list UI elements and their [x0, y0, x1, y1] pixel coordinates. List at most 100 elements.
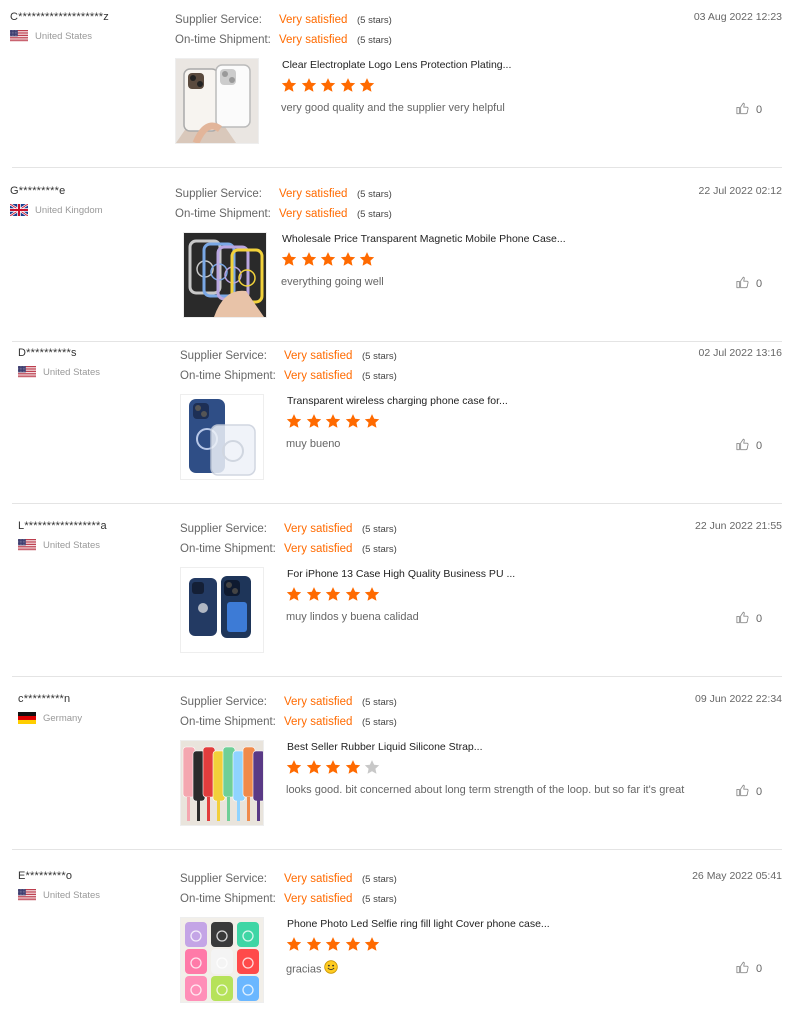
product-title-link[interactable]: Transparent wireless charging phone case…: [287, 395, 508, 407]
review-date: 03 Aug 2022 12:23: [693, 11, 782, 23]
review-divider: [12, 676, 782, 677]
star-filled-icon: [364, 936, 384, 957]
reviewer-name: c*********n: [18, 693, 71, 705]
ontime-shipment-stars: (5 stars): [362, 543, 397, 555]
product-rating-stars: [286, 413, 384, 434]
product-thumbnail[interactable]: [175, 58, 259, 144]
supplier-service-label: Supplier Service:: [180, 350, 267, 362]
country-name: United States: [43, 539, 101, 551]
review-comment: everything going well: [281, 275, 691, 290]
us-flag-icon: [10, 30, 28, 42]
ontime-shipment-label: On-time Shipment:: [180, 716, 276, 728]
review-date: 22 Jul 2022 02:12: [698, 185, 783, 197]
supplier-ratings: Supplier Service: Very satisfied (5 stars)…: [180, 869, 397, 909]
ontime-shipment-rating: On-time Shipment: Very satisfied (5 stars): [175, 30, 392, 50]
product-thumbnail[interactable]: [180, 740, 264, 826]
thumbs-up-icon: [735, 275, 756, 292]
product-title-link[interactable]: Clear Electroplate Logo Lens Protection …: [282, 59, 511, 71]
star-filled-icon: [325, 759, 345, 780]
helpful-like-button[interactable]: 0: [735, 101, 762, 118]
review-comment-text: muy lindos y buena calidad: [286, 611, 419, 623]
review-item: E*********o United States Supplier Service…: [0, 859, 800, 1031]
star-filled-icon: [286, 586, 306, 607]
de-flag-icon: [18, 712, 36, 724]
review-item: D**********s United States Supplier Servic…: [0, 336, 800, 508]
supplier-service-label: Supplier Service:: [175, 188, 262, 200]
like-count: 0: [756, 612, 763, 625]
star-filled-icon: [325, 413, 345, 434]
product-rating-stars: [286, 586, 384, 607]
reviewer-country: United States: [18, 889, 100, 901]
ontime-shipment-value: Very satisfied: [284, 716, 353, 728]
reviewer-name: E*********o: [18, 870, 73, 882]
supplier-ratings: Supplier Service: Very satisfied (5 stars)…: [180, 692, 397, 732]
helpful-like-button[interactable]: 0: [735, 960, 762, 977]
thumbs-up-icon: [735, 101, 756, 118]
thumbs-up-icon: [735, 610, 756, 627]
thumbs-up-icon: [735, 960, 756, 977]
star-filled-icon: [306, 413, 326, 434]
product-title-link[interactable]: For iPhone 13 Case High Quality Business…: [287, 568, 515, 580]
star-filled-icon: [281, 251, 301, 272]
ontime-shipment-rating: On-time Shipment: Very satisfied (5 stars): [180, 539, 397, 559]
ontime-shipment-value: Very satisfied: [284, 893, 353, 905]
uk-flag-icon: [9, 203, 29, 217]
ontime-shipment-stars: (5 stars): [357, 208, 392, 220]
supplier-ratings: Supplier Service: Very satisfied (5 stars)…: [180, 346, 397, 386]
product-title-link[interactable]: Phone Photo Led Selfie ring fill light C…: [287, 918, 550, 930]
supplier-service-value: Very satisfied: [279, 14, 348, 26]
helpful-like-button[interactable]: 0: [735, 437, 762, 454]
helpful-like-button[interactable]: 0: [735, 275, 762, 292]
star-filled-icon: [281, 77, 301, 98]
supplier-service-label: Supplier Service:: [180, 696, 267, 708]
supplier-service-stars: (5 stars): [357, 14, 392, 26]
helpful-like-button[interactable]: 0: [735, 610, 762, 627]
reviewer-name: D**********s: [18, 347, 77, 359]
star-filled-icon: [286, 413, 306, 434]
review-comment: muy bueno: [286, 437, 696, 452]
supplier-service-value: Very satisfied: [284, 696, 353, 708]
supplier-ratings: Supplier Service: Very satisfied (5 stars)…: [175, 184, 392, 224]
review-date: 02 Jul 2022 13:16: [698, 347, 783, 359]
star-empty-icon: [364, 759, 384, 780]
product-thumbnail[interactable]: [180, 394, 264, 480]
review-date: 09 Jun 2022 22:34: [695, 693, 782, 705]
supplier-service-stars: (5 stars): [362, 873, 397, 885]
star-filled-icon: [359, 251, 379, 272]
star-filled-icon: [286, 936, 306, 957]
product-thumbnail[interactable]: [180, 567, 264, 653]
star-filled-icon: [340, 251, 360, 272]
star-filled-icon: [306, 936, 326, 957]
ontime-shipment-label: On-time Shipment:: [180, 893, 276, 905]
ontime-shipment-label: On-time Shipment:: [175, 208, 271, 220]
us-flag-icon: [18, 889, 36, 901]
country-name: United States: [43, 889, 101, 901]
helpful-like-button[interactable]: 0: [735, 783, 762, 800]
product-rating-stars: [286, 936, 384, 957]
review-date: 22 Jun 2022 21:55: [695, 520, 782, 532]
review-item: L*****************a United States Supplier…: [0, 509, 800, 681]
ontime-shipment-label: On-time Shipment:: [175, 34, 271, 46]
product-title-link[interactable]: Best Seller Rubber Liquid Silicone Strap…: [287, 741, 483, 753]
product-rating-stars: [281, 251, 379, 272]
reviewer-country: United States: [18, 539, 100, 551]
supplier-service-value: Very satisfied: [279, 188, 348, 200]
supplier-service-stars: (5 stars): [362, 696, 397, 708]
like-count: 0: [756, 962, 763, 975]
star-filled-icon: [364, 586, 384, 607]
like-count: 0: [756, 785, 763, 798]
product-thumbnail[interactable]: [183, 232, 267, 318]
review-divider: [12, 503, 782, 504]
supplier-service-value: Very satisfied: [284, 523, 353, 535]
reviewer-name: G*********e: [10, 185, 66, 197]
ontime-shipment-value: Very satisfied: [279, 208, 348, 220]
star-filled-icon: [359, 77, 379, 98]
product-thumbnail[interactable]: [180, 917, 264, 1003]
ontime-shipment-stars: (5 stars): [357, 34, 392, 46]
product-title-link[interactable]: Wholesale Price Transparent Magnetic Mob…: [282, 233, 566, 245]
star-filled-icon: [325, 586, 345, 607]
reviewer-name: L*****************a: [18, 520, 107, 532]
country-name: Germany: [43, 712, 83, 724]
review-item: c*********n Germany Supplier Service: Very …: [0, 682, 800, 854]
supplier-service-value: Very satisfied: [284, 350, 353, 362]
